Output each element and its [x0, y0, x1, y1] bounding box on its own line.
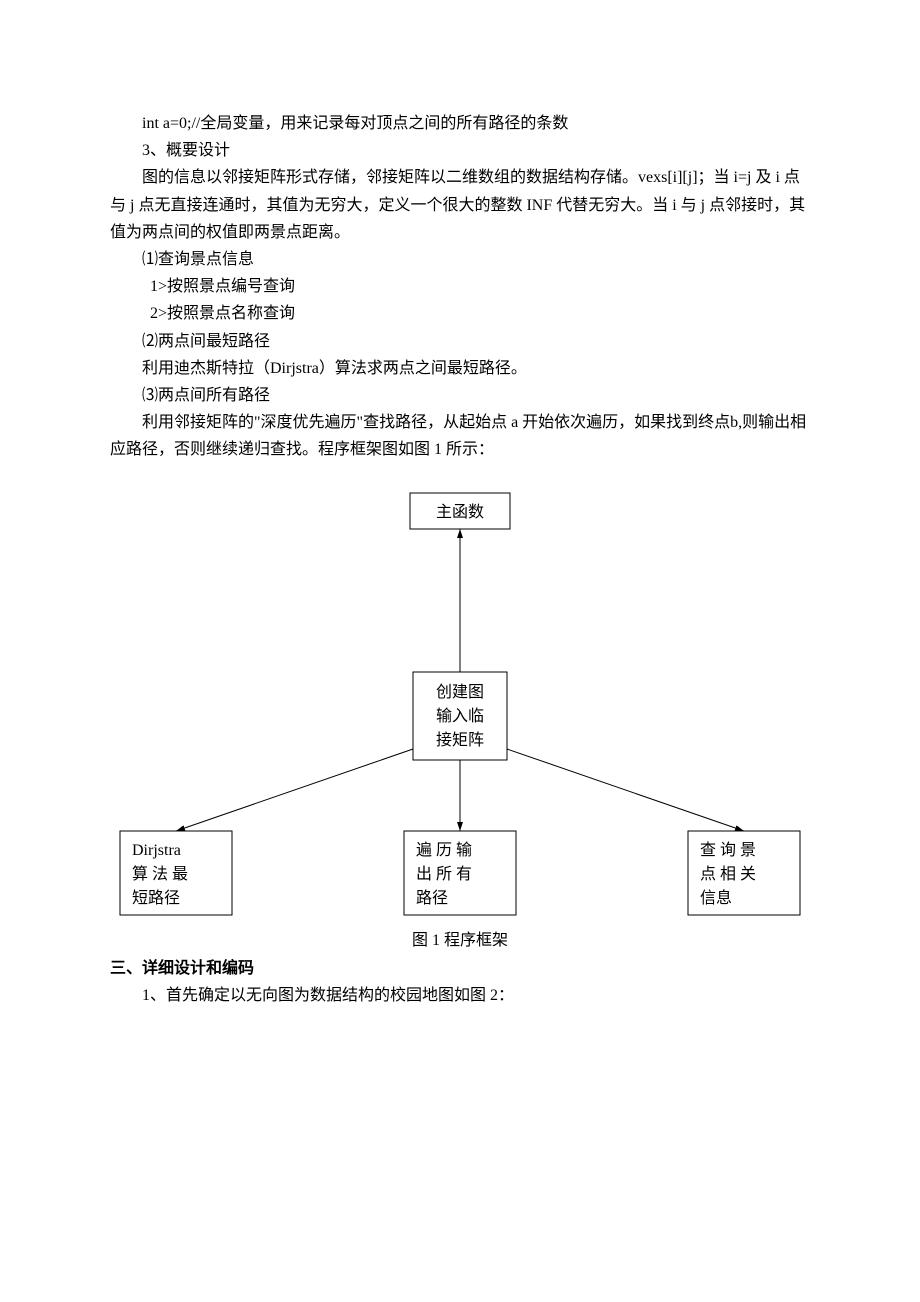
flowchart: 主函数 创建图 输入临 接矩阵 Dirjstra 算法最 短路径 遍历输 出所有… — [110, 481, 810, 921]
label-main: 主函数 — [436, 503, 484, 521]
para-2: 3、概要设计 — [110, 137, 810, 164]
label-dijkstra-1: Dirjstra — [132, 842, 181, 859]
figure-caption: 图 1 程序框架 — [110, 927, 810, 954]
code-line: int a=0;//全局变量，用来记录每对顶点之间的所有路径的条数 — [110, 110, 810, 137]
para-9: ⑶两点间所有路径 — [110, 382, 810, 409]
label-dijkstra-3: 短路径 — [132, 889, 180, 907]
label-create-3: 接矩阵 — [436, 731, 484, 749]
para-7: ⑵两点间最短路径 — [110, 328, 810, 355]
label-dijkstra-2: 算法最 — [132, 864, 192, 883]
edge-create-dijkstra — [176, 749, 413, 831]
para-8: 利用迪杰斯特拉（Dirjstra）算法求两点之间最短路径。 — [110, 355, 810, 382]
label-create-1: 创建图 — [436, 683, 484, 701]
label-create-2: 输入临 — [436, 707, 484, 725]
label-traverse-1: 遍历输 — [416, 841, 476, 859]
section-heading-3: 三、详细设计和编码 — [110, 955, 810, 982]
edge-create-query — [507, 749, 744, 831]
para-5: 1>按照景点编号查询 — [110, 273, 810, 300]
label-query-3: 信息 — [700, 889, 732, 907]
para-6: 2>按照景点名称查询 — [110, 300, 810, 327]
label-traverse-2: 出所有 — [416, 865, 476, 883]
para-3: 图的信息以邻接矩阵形式存储，邻接矩阵以二维数组的数据结构存储。vexs[i][j… — [110, 164, 810, 246]
label-query-2: 点相关 — [700, 865, 760, 883]
label-traverse-3: 路径 — [416, 889, 448, 907]
para-10: 利用邻接矩阵的"深度优先遍历"查找路径，从起始点 a 开始依次遍历，如果找到终点… — [110, 409, 810, 463]
label-query-1: 查询景 — [700, 841, 760, 859]
para-4: ⑴查询景点信息 — [110, 246, 810, 273]
para-11: 1、首先确定以无向图为数据结构的校园地图如图 2： — [110, 982, 810, 1009]
